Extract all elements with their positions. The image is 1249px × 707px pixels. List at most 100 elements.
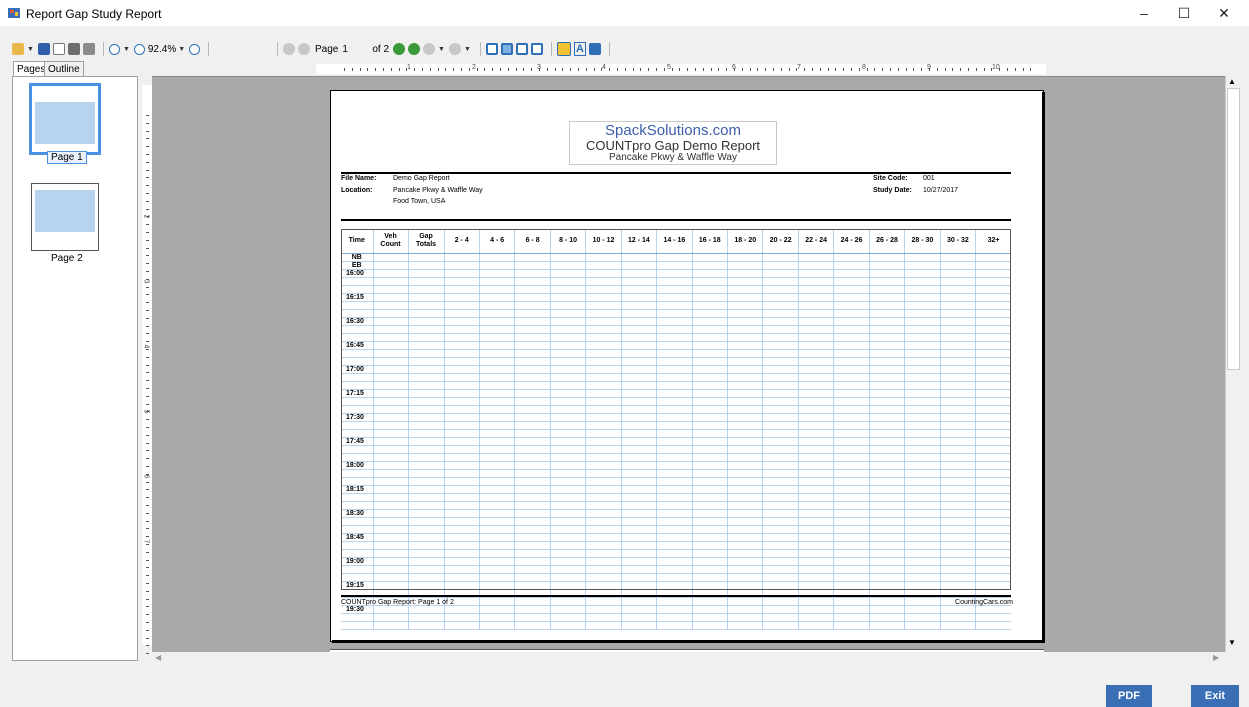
table-cell bbox=[407, 333, 444, 342]
table-cell bbox=[833, 397, 870, 406]
text-tool-icon[interactable]: A bbox=[573, 42, 586, 56]
table-cell bbox=[478, 437, 515, 446]
table-cell bbox=[797, 525, 834, 534]
table-cell bbox=[797, 557, 834, 566]
two-page-icon[interactable] bbox=[515, 43, 528, 55]
back-icon[interactable] bbox=[423, 43, 436, 55]
thumbnail-panel[interactable]: Page 1 Page 2 bbox=[12, 76, 138, 661]
thumbnail-label[interactable]: Page 1 bbox=[47, 151, 87, 164]
hand-tool-icon[interactable] bbox=[556, 42, 571, 56]
table-cell bbox=[904, 349, 941, 358]
open-dropdown-icon[interactable]: ▼ bbox=[27, 46, 34, 53]
table-cell bbox=[372, 493, 408, 502]
scroll-down-icon[interactable]: ▼ bbox=[1228, 638, 1236, 647]
table-cell bbox=[407, 301, 444, 310]
table-cell bbox=[443, 325, 480, 334]
maximize-button[interactable]: ☐ bbox=[1164, 0, 1204, 26]
magnifier-dropdown-icon[interactable]: ▼ bbox=[123, 46, 130, 53]
close-button[interactable]: ✕ bbox=[1204, 0, 1244, 26]
table-cell bbox=[656, 365, 693, 374]
table-cell bbox=[904, 557, 941, 566]
scroll-thumb[interactable] bbox=[1227, 88, 1240, 370]
table-cell bbox=[691, 261, 728, 270]
table-cell bbox=[868, 477, 905, 486]
table-cell bbox=[904, 461, 941, 470]
multi-page-icon[interactable] bbox=[530, 43, 543, 55]
table-cell bbox=[585, 293, 622, 302]
forward-icon[interactable] bbox=[448, 43, 461, 55]
table-cell bbox=[549, 269, 586, 278]
zoom-in-icon[interactable] bbox=[189, 43, 201, 55]
table-cell bbox=[443, 381, 480, 390]
table-cell bbox=[975, 397, 1011, 406]
continuous-page-icon[interactable] bbox=[500, 43, 513, 55]
table-cell bbox=[691, 517, 728, 526]
scroll-right-icon[interactable]: ▶ bbox=[1213, 653, 1219, 662]
ruler-tick bbox=[146, 122, 149, 124]
print-icon[interactable] bbox=[67, 43, 80, 55]
zoom-dropdown-icon[interactable]: ▼ bbox=[178, 46, 185, 53]
table-cell bbox=[868, 373, 905, 382]
exit-button[interactable]: Exit bbox=[1191, 685, 1239, 707]
table-cell bbox=[833, 389, 870, 398]
forward-dropdown-icon[interactable]: ▼ bbox=[464, 46, 471, 53]
table-cell bbox=[443, 333, 480, 342]
vertical-scrollbar[interactable]: ▲ ▼ bbox=[1225, 76, 1240, 652]
table-cell bbox=[372, 293, 408, 302]
scroll-left-icon[interactable]: ◀ bbox=[155, 653, 161, 662]
back-dropdown-icon[interactable]: ▼ bbox=[438, 46, 445, 53]
first-page-icon[interactable] bbox=[283, 43, 295, 55]
table-cell bbox=[904, 477, 941, 486]
previous-page-icon[interactable] bbox=[298, 43, 310, 55]
page-number-input[interactable]: 1 bbox=[342, 44, 372, 55]
table-cell bbox=[726, 349, 763, 358]
new-page-icon[interactable] bbox=[52, 43, 65, 55]
table-cell bbox=[478, 365, 515, 374]
table-cell bbox=[797, 493, 834, 502]
table-cell bbox=[726, 565, 763, 574]
zoom-out-icon[interactable] bbox=[133, 43, 145, 55]
horizontal-scrollbar[interactable]: ◀ ▶ bbox=[152, 652, 1225, 665]
table-cell bbox=[833, 509, 870, 518]
table-cell bbox=[762, 253, 799, 262]
column-header: 30 - 32 bbox=[939, 229, 976, 254]
last-page-icon[interactable] bbox=[408, 43, 421, 55]
ruler-tick bbox=[146, 325, 149, 327]
zoom-level[interactable]: 92.4% bbox=[148, 44, 176, 55]
find-icon[interactable] bbox=[588, 43, 601, 55]
table-cell bbox=[797, 341, 834, 350]
table-cell bbox=[478, 349, 515, 358]
magnifier-icon[interactable] bbox=[108, 43, 120, 55]
table-cell bbox=[939, 253, 976, 262]
app-icon bbox=[8, 7, 20, 18]
page-thumbnail[interactable] bbox=[31, 183, 99, 251]
next-page-icon[interactable] bbox=[393, 43, 406, 55]
table-cell bbox=[868, 445, 905, 454]
pdf-button[interactable]: PDF bbox=[1106, 685, 1152, 707]
table-cell bbox=[726, 621, 763, 630]
table-cell bbox=[478, 525, 515, 534]
ruler-number: 10 bbox=[992, 64, 1000, 71]
table-cell bbox=[691, 621, 728, 630]
scroll-up-icon[interactable]: ▲ bbox=[1228, 77, 1236, 86]
table-cell bbox=[514, 373, 551, 382]
page-thumbnail[interactable] bbox=[29, 83, 101, 155]
minimize-button[interactable]: – bbox=[1124, 0, 1164, 26]
single-page-icon[interactable] bbox=[485, 43, 498, 55]
table-cell bbox=[904, 485, 941, 494]
table-cell bbox=[407, 405, 444, 414]
table-cell bbox=[372, 341, 408, 350]
table-cell bbox=[868, 501, 905, 510]
thumbnail-label[interactable]: Page 2 bbox=[51, 253, 83, 264]
table-cell bbox=[939, 581, 976, 590]
save-icon[interactable] bbox=[37, 43, 50, 55]
page-setup-icon[interactable] bbox=[82, 43, 95, 55]
ruler-tick bbox=[890, 68, 891, 71]
open-icon[interactable] bbox=[12, 43, 24, 55]
ruler-tick bbox=[624, 68, 626, 71]
table-cell bbox=[407, 525, 444, 534]
table-cell bbox=[833, 317, 870, 326]
ruler-tick bbox=[531, 68, 533, 71]
table-cell bbox=[585, 549, 622, 558]
table-cell bbox=[585, 397, 622, 406]
